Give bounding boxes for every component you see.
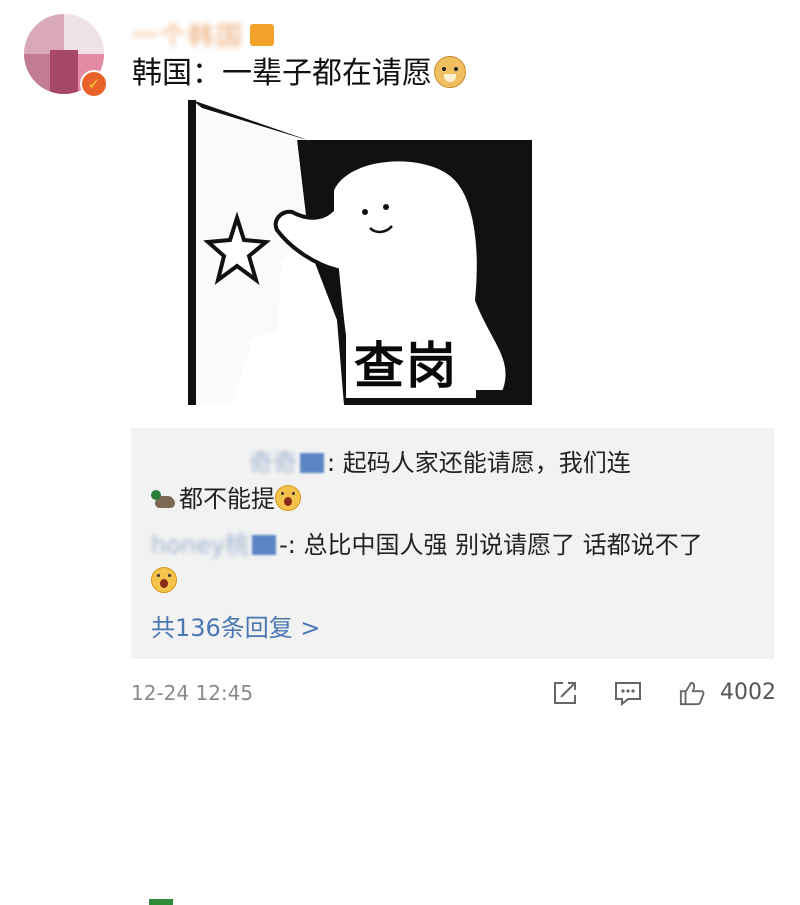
- avatar-pixel: [24, 14, 64, 54]
- reply-item-2-line2: [151, 562, 177, 600]
- doge-icon: [434, 56, 466, 88]
- reply-author[interactable]: honey桃: [151, 531, 249, 559]
- avatar-emoji-icon: [300, 453, 324, 473]
- member-badge-icon: [250, 24, 274, 46]
- reply-text-cont: 都不能提: [179, 485, 275, 513]
- duck-icon: [151, 488, 177, 510]
- post-text: 韩国：一辈子都在请愿: [132, 54, 466, 94]
- post-image[interactable]: 查岗: [132, 100, 532, 405]
- avatar-pixel: [24, 54, 50, 94]
- verified-badge-icon: ✓: [80, 70, 108, 98]
- avatar-emoji-icon: [252, 535, 277, 555]
- scream-emoji-icon: [275, 485, 301, 511]
- reply-author[interactable]: 奇奇: [249, 449, 297, 477]
- timestamp: 12-24 12:45: [131, 681, 254, 705]
- avatar-pixel: [64, 14, 104, 54]
- post-username[interactable]: 一个韩国: [132, 16, 244, 52]
- reply-text: -: 总比中国人强 别说请愿了 话都说不了: [279, 531, 703, 559]
- reply-item-1-line1: 奇奇 : 起码人家还能请愿，我们连: [249, 444, 631, 482]
- reply-item-2: honey桃 -: 总比中国人强 别说请愿了 话都说不了: [151, 526, 703, 564]
- reply-preview-box[interactable]: 奇奇 : 起码人家还能请愿，我们连 都不能提 honey桃 -: 总比中国人强 别说…: [131, 428, 774, 905]
- comment-icon[interactable]: [613, 680, 643, 706]
- post-footer: 12-24 12:45 4002: [131, 676, 776, 710]
- more-replies-link[interactable]: 共136条回复 >: [151, 611, 321, 645]
- scream-emoji-icon: [151, 567, 177, 593]
- flag-icon: [149, 899, 173, 905]
- meme-drawing: [188, 100, 532, 405]
- reply-item-1-line2: 都不能提: [151, 480, 301, 518]
- like-count: 4002: [720, 680, 776, 705]
- like-icon[interactable]: [677, 680, 707, 706]
- meme-caption: 查岗: [354, 337, 458, 395]
- post-text-content: 韩国：一辈子都在请愿: [132, 56, 432, 91]
- share-icon[interactable]: [551, 680, 579, 706]
- reply-text: : 起码人家还能请愿，我们连: [327, 449, 631, 477]
- avatar-pixel: [50, 50, 78, 94]
